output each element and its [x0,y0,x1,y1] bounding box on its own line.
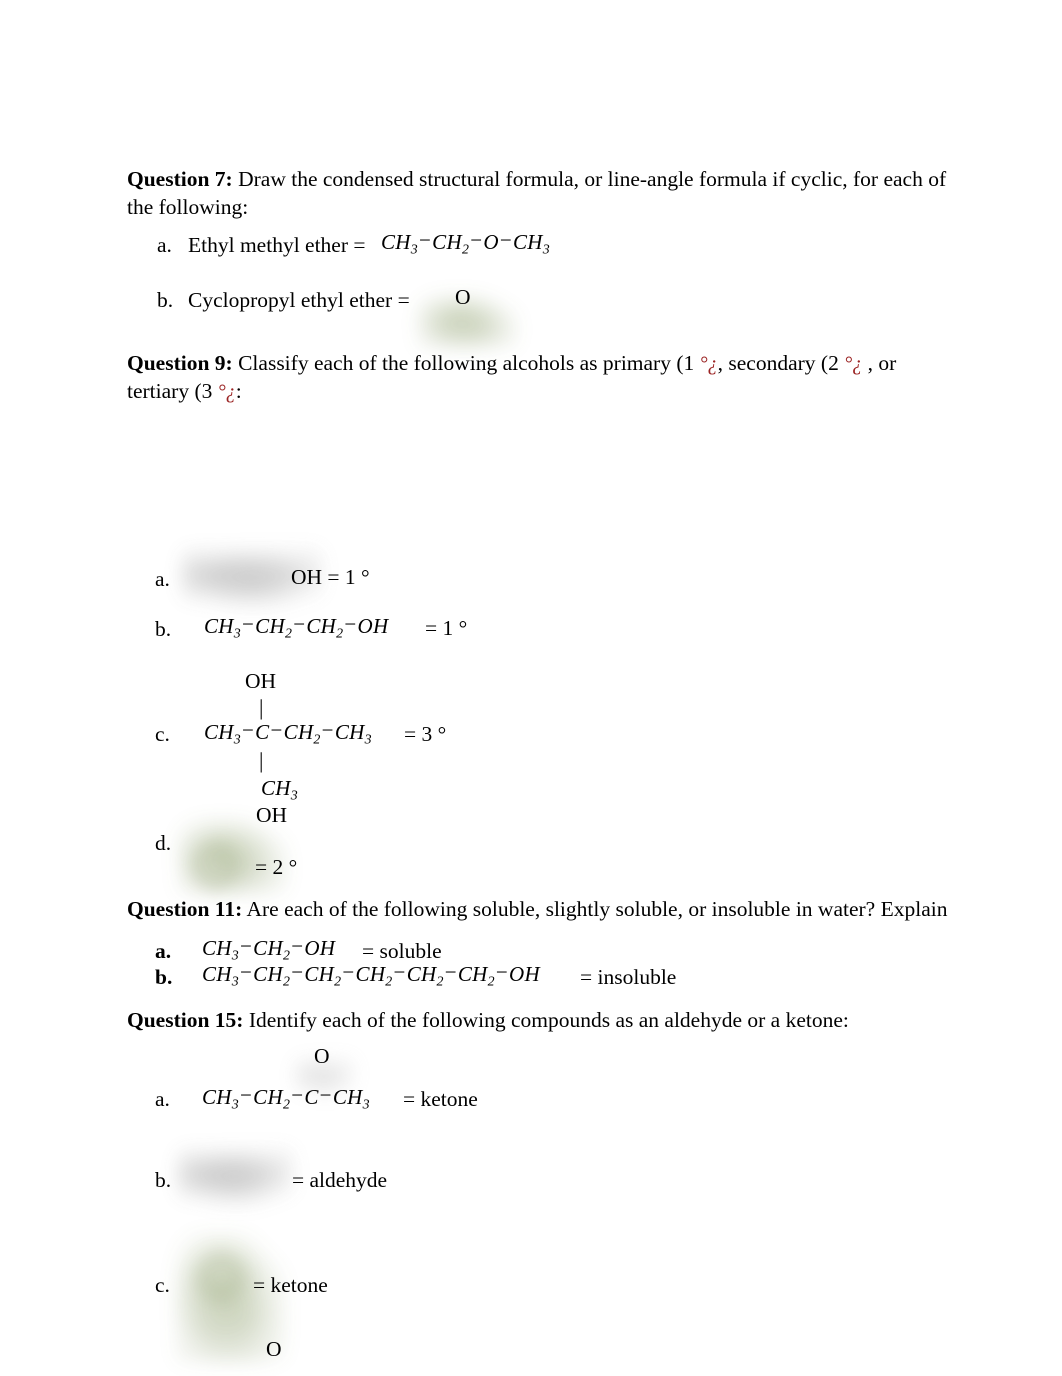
question-9-prompt-part1: Classify each of the following alcohols … [232,351,700,375]
question-7-prompt-line1: Question 7: Draw the condensed structura… [127,164,946,194]
formula-15d-top-group: O [266,1337,282,1361]
question-7-label: Question 7: [127,167,233,191]
formula-9c-top-group: OH [245,669,277,693]
list-item-9a-answer: OH = 1 ° [291,565,370,589]
question-9-prompt-line2-part2: : [235,379,242,403]
question-15-prompt-text: Identify each of the following compounds… [243,1008,849,1032]
list-marker-7b: b. [157,288,174,312]
list-marker-7a: a. [157,233,172,257]
list-item-7a-text: Ethyl methyl ether = [188,233,366,257]
formula-7a: CH3−CH2−O−CH3 [381,228,550,257]
missing-structure-image-15c-ring [190,1248,252,1306]
question-15-prompt: Question 15: Identify each of the follow… [127,1005,849,1035]
formula-7b-oxygen: O [455,285,471,309]
list-item-7b-text: Cyclopropyl ethyl ether = [188,288,410,312]
formula-9b: CH3−CH2−CH2−OH [204,612,389,641]
question-9-prompt-line2: tertiary (3 °¿: [127,376,242,407]
question-7-prompt-text: Draw the condensed structural formula, o… [232,167,947,191]
question-9-label: Question 9: [127,351,233,375]
question-9-symbol-1: °¿ [699,353,718,375]
formula-11a: CH3−CH2−OH [202,934,336,963]
list-item-11b-answer: = insoluble [580,965,677,989]
formula-9c-top-bond: | [259,695,264,720]
formula-9c-chain: CH3−C−CH2−CH3 [204,718,372,747]
missing-structure-image-15b [178,1146,293,1208]
question-9-symbol-3: °¿ [217,381,236,403]
formula-15a: CH3−CH2−C−CH3 [202,1083,370,1112]
formula-9d-top-group: OH [256,803,288,827]
formula-9c-bottom-bond: | [259,748,264,773]
question-11-prompt: Question 11: Are each of the following s… [127,894,947,924]
question-9-symbol-2: °¿ [844,353,863,375]
question-11-label: Question 11: [127,897,243,921]
formula-15a-top-group: O [314,1044,330,1068]
question-15-label: Question 15: [127,1008,244,1032]
list-marker-15b: b. [155,1168,172,1192]
list-marker-9c: c. [155,722,170,746]
list-item-15c-answer: = ketone [253,1273,328,1297]
missing-structure-image-9d-ring [186,840,244,892]
formula-11b: CH3−CH2−CH2−CH2−CH2−CH2−OH [202,960,540,989]
list-item-9b-answer: = 1 ° [425,616,468,640]
question-11-prompt-text: Are each of the following soluble, sligh… [242,897,948,921]
question-9-prompt-part3: , or [862,351,897,375]
list-item-9d-answer: = 2 ° [255,855,298,879]
list-marker-15c: c. [155,1273,170,1297]
list-item-15b-answer: = aldehyde [292,1168,388,1192]
question-9-prompt-part2: , secondary (2 [717,351,845,375]
question-7-prompt-line2: the following: [127,195,249,219]
question-9-prompt-line2-part1: tertiary (3 [127,379,218,403]
formula-9c-bottom-group: CH3 [261,776,299,803]
list-marker-9b: b. [155,617,172,641]
worksheet-page: Question 7: Draw the condensed structura… [0,0,1062,1376]
list-item-9c-answer: = 3 ° [404,722,447,746]
question-9-prompt-line1: Question 9: Classify each of the followi… [127,348,896,379]
list-marker-11a: a. [155,939,172,963]
list-marker-15a: a. [155,1087,170,1111]
list-marker-11b: b. [155,965,173,989]
list-item-15a-answer: = ketone [403,1087,478,1111]
list-marker-9d: d. [155,831,172,855]
list-marker-9a: a. [155,567,170,591]
